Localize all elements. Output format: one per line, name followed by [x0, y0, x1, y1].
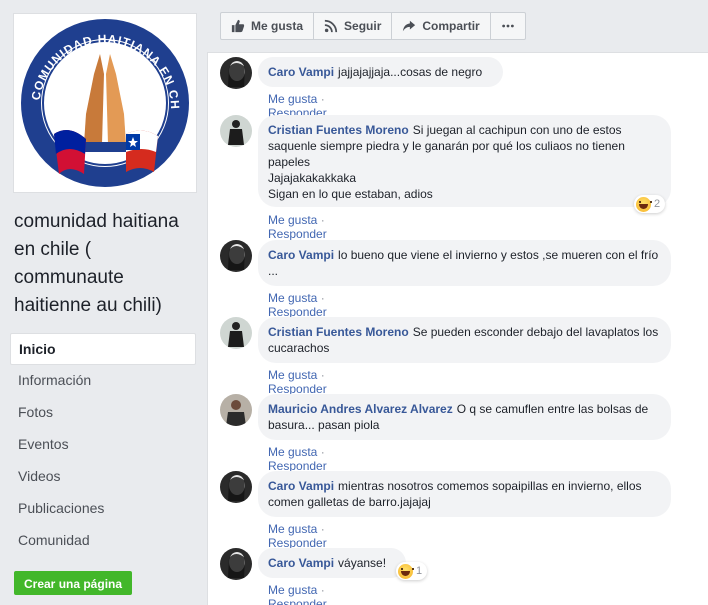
nav-item-comunidad[interactable]: Comunidad	[10, 525, 196, 557]
avatar[interactable]	[220, 115, 252, 147]
separator-dot: ·	[320, 92, 325, 106]
avatar[interactable]	[220, 471, 252, 503]
reaction-summary[interactable]: 2	[634, 195, 666, 213]
avatar[interactable]	[220, 57, 252, 89]
comment-text-line: Sigan en lo que estaban, adios	[268, 187, 433, 201]
like-comment-link[interactable]: Me gusta	[268, 213, 317, 227]
haha-reaction-icon	[398, 563, 414, 579]
thumbs-up-icon	[231, 19, 245, 33]
comment-actions: Me gusta · Responder · 3 d	[268, 583, 327, 605]
nav-item-inicio[interactable]: Inicio	[10, 333, 196, 365]
avatar[interactable]	[220, 394, 252, 426]
share-arrow-icon	[403, 20, 416, 32]
comment-author[interactable]: Cristian Fuentes Moreno	[268, 325, 409, 339]
like-comment-link[interactable]: Me gusta	[268, 92, 317, 106]
left-sidebar: COMUNIDAD HAITIANA EN CHILE comunidad ha…	[0, 0, 207, 605]
more-options-button[interactable]	[491, 13, 525, 39]
reply-comment-link[interactable]: Responder	[268, 597, 327, 605]
like-page-button[interactable]: Me gusta	[221, 13, 315, 39]
avatar[interactable]	[220, 548, 252, 580]
comment-bubble: Caro Vampi lo bueno que viene el invierno…	[258, 240, 671, 286]
like-comment-link[interactable]: Me gusta	[268, 583, 317, 597]
comment-bubble: Caro Vampi jajjajajjaja...cosas de negro	[258, 57, 503, 87]
separator-dot: ·	[320, 368, 325, 382]
comment-bubble: Caro Vampi váyanse!	[258, 548, 406, 578]
page-title[interactable]: comunidad haitiana en chile ( communaute…	[14, 208, 199, 320]
reaction-count: 1	[416, 565, 423, 577]
comment-author[interactable]: Caro Vampi	[268, 65, 334, 79]
page-navigation: Inicio Información Fotos Eventos Videos …	[10, 333, 196, 557]
comment-author[interactable]: Mauricio Andres Alvarez Alvarez	[268, 402, 453, 416]
avatar[interactable]	[220, 317, 252, 349]
separator-dot: ·	[320, 583, 325, 597]
rss-icon	[324, 19, 338, 33]
comment-author[interactable]: Caro Vampi	[268, 248, 334, 262]
share-page-button[interactable]: Compartir	[392, 13, 491, 39]
separator-dot: ·	[320, 445, 325, 459]
nav-item-eventos[interactable]: Eventos	[10, 429, 196, 461]
page-action-bar: Me gusta Seguir Compartir	[220, 12, 526, 40]
page-profile-picture[interactable]: COMUNIDAD HAITIANA EN CHILE	[9, 3, 197, 193]
comment-bubble: Cristian Fuentes Moreno Se pueden esconde…	[258, 317, 671, 363]
separator-dot: ·	[320, 291, 325, 305]
like-comment-link[interactable]: Me gusta	[268, 445, 317, 459]
comment-bubble: Mauricio Andres Alvarez Alvarez O q se ca…	[258, 394, 671, 440]
like-comment-link[interactable]: Me gusta	[268, 291, 317, 305]
like-label: Me gusta	[251, 19, 304, 33]
like-comment-link[interactable]: Me gusta	[268, 368, 317, 382]
comments-panel: Caro Vampi jajjajajjaja...cosas de negro …	[207, 52, 708, 605]
more-dots-icon	[501, 24, 514, 28]
follow-label: Seguir	[344, 19, 382, 33]
create-page-button[interactable]: Crear una página	[14, 571, 133, 595]
comment-text-line: Jajajakakakkaka	[268, 171, 357, 185]
comment-author[interactable]: Cristian Fuentes Moreno	[268, 123, 409, 137]
comment-author[interactable]: Caro Vampi	[268, 556, 334, 570]
community-logo-image: COMUNIDAD HAITIANA EN CHILE	[9, 3, 189, 187]
haha-reaction-icon	[636, 196, 652, 212]
comment-bubble: Cristian Fuentes Moreno Si juegan al cach…	[258, 115, 671, 207]
follow-page-button[interactable]: Seguir	[314, 13, 393, 39]
comment-author[interactable]: Caro Vampi	[268, 479, 334, 493]
nav-item-fotos[interactable]: Fotos	[10, 397, 196, 429]
reaction-summary[interactable]: 1	[396, 562, 428, 580]
reply-comment-link[interactable]: Responder	[268, 227, 327, 241]
nav-item-publicaciones[interactable]: Publicaciones	[10, 493, 196, 525]
comment-text: váyanse!	[338, 556, 387, 570]
reaction-count: 2	[654, 198, 661, 210]
separator-dot: ·	[320, 213, 325, 227]
avatar[interactable]	[220, 240, 252, 272]
nav-item-informacion[interactable]: Información	[10, 365, 196, 397]
comment-text: jajjajajjaja...cosas de negro	[338, 65, 483, 79]
comment-bubble: Caro Vampi mientras nosotros comemos sopa…	[258, 471, 671, 517]
like-comment-link[interactable]: Me gusta	[268, 522, 317, 536]
share-label: Compartir	[422, 19, 480, 33]
separator-dot: ·	[320, 522, 325, 536]
nav-item-videos[interactable]: Videos	[10, 461, 196, 493]
